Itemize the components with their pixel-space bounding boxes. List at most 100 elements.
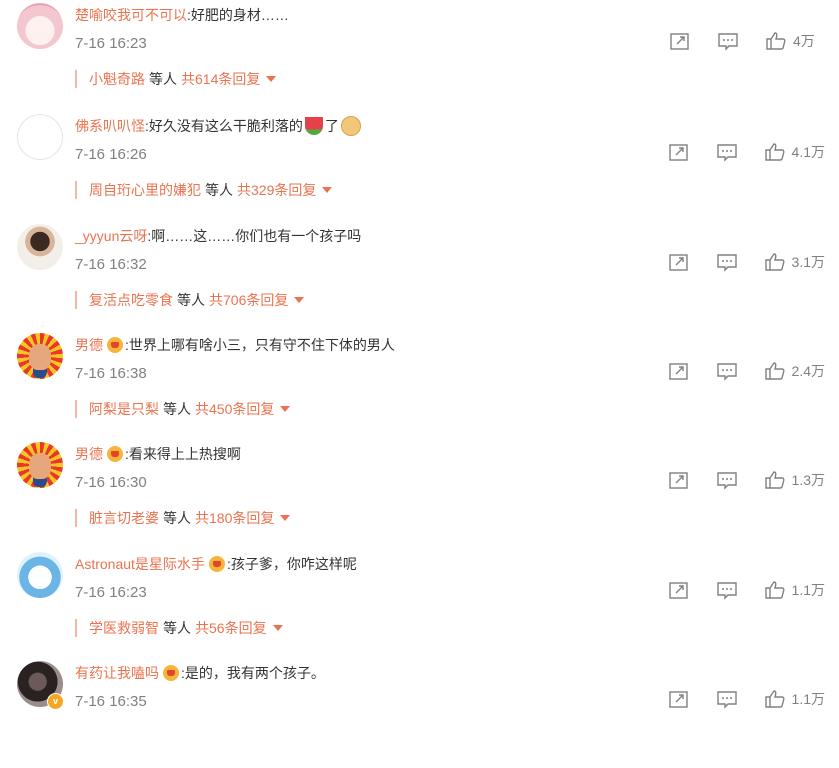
- comment-actions: 1.1万: [642, 580, 825, 600]
- thumbs-up-icon[interactable]: [764, 580, 786, 600]
- share-icon[interactable]: [669, 31, 691, 51]
- caret-down-icon[interactable]: [294, 297, 305, 303]
- reply-summary[interactable]: 复活点吃零食 等人 共706条回复: [75, 291, 305, 309]
- caret-down-icon[interactable]: [280, 515, 291, 521]
- share-icon[interactable]: [668, 470, 690, 490]
- comment-list: 楚喻咬我可不可以:好肥的身材…… 7-16 16:23 4万 小魁奇路 等人 共61…: [0, 0, 839, 715]
- thumbs-up-icon[interactable]: [764, 252, 786, 272]
- reply-total[interactable]: 共180条回复: [195, 510, 274, 526]
- verified-badge-icon: v: [47, 693, 64, 710]
- thumbs-up-icon[interactable]: [764, 470, 786, 490]
- reply-summary[interactable]: 小魁奇路 等人 共614条回复: [75, 70, 277, 88]
- comment-time: 7-16 16:23: [75, 584, 147, 601]
- reply-mid-text: 等人: [163, 620, 191, 636]
- thumbs-up-icon[interactable]: [765, 31, 787, 51]
- comment-line: 佛系叭叭怪:好久没有这么干脆利落的 了: [75, 116, 363, 136]
- like-count: 1.1万: [791, 582, 825, 598]
- share-icon[interactable]: [668, 252, 690, 272]
- share-icon[interactable]: [668, 142, 690, 162]
- like-count: 1.3万: [791, 472, 825, 488]
- comment-username[interactable]: 佛系叭叭怪: [75, 118, 145, 134]
- reply-summary[interactable]: 脏言切老婆 等人 共180条回复: [75, 509, 291, 527]
- like-count: 4万: [793, 33, 815, 49]
- comment-text: :啊……这……你们也有一个孩子吗: [147, 228, 362, 244]
- comment-item: 男德:看来得上上热搜啊 7-16 16:30 1.3万 脏言切老婆 等人 共180条…: [0, 439, 839, 549]
- share-icon[interactable]: [668, 689, 690, 709]
- comment-line: 男德 :世界上哪有啥小三，只有守不住下体的男人: [75, 335, 395, 355]
- comment-time: 7-16 16:32: [75, 256, 147, 273]
- reply-username[interactable]: 阿梨是只梨: [89, 401, 159, 417]
- share-icon[interactable]: [668, 580, 690, 600]
- reply-summary[interactable]: 周自珩心里的嫌犯 等人 共329条回复: [75, 181, 333, 199]
- avatar[interactable]: [17, 552, 63, 598]
- comment-username[interactable]: 男德: [75, 337, 103, 353]
- reply-mid-text: 等人: [149, 71, 177, 87]
- reply-mid-text: 等人: [163, 401, 191, 417]
- comment-time: 7-16 16:26: [75, 146, 147, 163]
- comment-actions: 1.1万: [642, 689, 825, 709]
- comment-text: :是的，我有两个孩子。: [181, 665, 325, 681]
- reply-username[interactable]: 小魁奇路: [89, 71, 145, 87]
- comment-item: v 有药让我嗑吗 :是的，我有两个孩子。 7-16 16:35 1.1万: [0, 658, 839, 768]
- comment-icon[interactable]: [716, 252, 738, 272]
- caret-down-icon[interactable]: [272, 625, 283, 631]
- reply-summary[interactable]: 阿梨是只梨 等人 共450条回复: [75, 400, 291, 418]
- comment-actions: 4.1万: [642, 142, 825, 162]
- comment-line: _yyyun云呀:啊……这……你们也有一个孩子吗: [75, 226, 361, 246]
- thumbs-up-icon[interactable]: [764, 689, 786, 709]
- doge-emoji-icon: [340, 116, 361, 136]
- comment-text-tail: 了: [324, 118, 339, 134]
- comment-icon[interactable]: [716, 580, 738, 600]
- comment-text: :世界上哪有啥小三，只有守不住下体的男人: [125, 337, 395, 353]
- reply-summary[interactable]: 学医救弱智 等人 共56条回复: [75, 619, 283, 637]
- comment-time: 7-16 16:38: [75, 365, 147, 382]
- reply-mid-text: 等人: [177, 292, 205, 308]
- comment-username[interactable]: _yyyun云呀: [75, 228, 147, 244]
- comment-line: Astronaut是星际水手:孩子爹，你咋这样呢: [75, 554, 357, 574]
- comment-icon[interactable]: [716, 689, 738, 709]
- vip-badge-icon: [107, 446, 123, 462]
- comment-time: 7-16 16:30: [75, 474, 147, 491]
- comment-icon[interactable]: [716, 142, 738, 162]
- share-icon[interactable]: [668, 361, 690, 381]
- reply-username[interactable]: 脏言切老婆: [89, 510, 159, 526]
- comment-actions: 4万: [643, 31, 825, 51]
- caret-down-icon[interactable]: [266, 76, 277, 82]
- caret-down-icon[interactable]: [322, 187, 333, 193]
- comment-item: _yyyun云呀:啊……这……你们也有一个孩子吗 7-16 16:32 3.1万…: [0, 221, 839, 331]
- comment-username[interactable]: 楚喻咬我可不可以: [75, 7, 187, 23]
- vip-badge-icon: [208, 556, 225, 572]
- reply-total[interactable]: 共706条回复: [209, 292, 288, 308]
- comment-text: :好肥的身材……: [187, 7, 289, 23]
- comment-line: 有药让我嗑吗 :是的，我有两个孩子。: [75, 663, 325, 683]
- comment-icon[interactable]: [716, 361, 738, 381]
- comment-username[interactable]: 男德: [75, 446, 103, 462]
- avatar[interactable]: [17, 442, 63, 488]
- thumbs-up-icon[interactable]: [764, 361, 786, 381]
- avatar[interactable]: [17, 114, 63, 160]
- avatar[interactable]: [17, 333, 63, 379]
- comment-line: 楚喻咬我可不可以:好肥的身材……: [75, 5, 289, 25]
- thumbs-up-icon[interactable]: [764, 142, 786, 162]
- reply-username[interactable]: 复活点吃零食: [89, 292, 173, 308]
- comment-icon[interactable]: [717, 31, 739, 51]
- comment-time: 7-16 16:23: [75, 35, 147, 52]
- comment-username[interactable]: Astronaut是星际水手: [75, 556, 205, 572]
- avatar[interactable]: [17, 224, 63, 270]
- comment-item: Astronaut是星际水手:孩子爹，你咋这样呢 7-16 16:23 1.1万…: [0, 549, 839, 659]
- reply-username[interactable]: 学医救弱智: [89, 620, 159, 636]
- reply-total[interactable]: 共450条回复: [195, 401, 274, 417]
- comment-time: 7-16 16:35: [75, 693, 147, 710]
- caret-down-icon[interactable]: [280, 406, 291, 412]
- comment-username[interactable]: 有药让我嗑吗: [75, 665, 159, 681]
- reply-username[interactable]: 周自珩心里的嫌犯: [89, 182, 201, 198]
- like-count: 1.1万: [791, 691, 825, 707]
- reply-total[interactable]: 共614条回复: [181, 71, 260, 87]
- comment-item: 男德:世界上哪有啥小三，只有守不住下体的男人 7-16 16:38 2.4万 阿…: [0, 330, 839, 440]
- comment-icon[interactable]: [716, 470, 738, 490]
- reply-total[interactable]: 共56条回复: [195, 620, 267, 636]
- reply-mid-text: 等人: [163, 510, 191, 526]
- comment-item: 楚喻咬我可不可以:好肥的身材…… 7-16 16:23 4万 小魁奇路 等人 共61…: [0, 0, 839, 110]
- reply-total[interactable]: 共329条回复: [237, 182, 316, 198]
- avatar[interactable]: [17, 3, 63, 49]
